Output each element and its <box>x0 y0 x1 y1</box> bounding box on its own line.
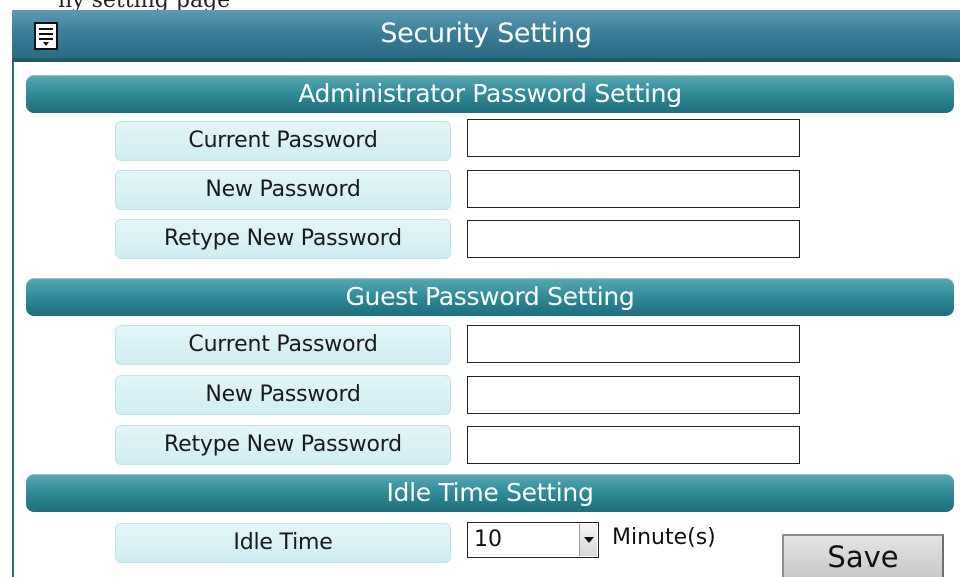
dropdown-button[interactable] <box>579 524 597 556</box>
admin-retype-password-label: Retype New Password <box>115 219 451 259</box>
idle-time-section-header: Idle Time Setting <box>26 474 954 512</box>
title-bar: Security Setting <box>12 10 960 62</box>
admin-password-section-header: Administrator Password Setting <box>26 75 954 113</box>
admin-current-password-input[interactable] <box>467 119 800 157</box>
admin-current-password-label: Current Password <box>115 121 451 161</box>
top-strip-text: ny setting page <box>58 0 230 10</box>
save-button[interactable]: Save <box>782 534 944 577</box>
idle-time-label: Idle Time <box>115 523 451 563</box>
admin-new-password-input[interactable] <box>467 170 800 208</box>
page-title: Security Setting <box>380 18 592 49</box>
chevron-down-icon <box>584 537 594 543</box>
admin-retype-password-input[interactable] <box>467 220 800 258</box>
idle-time-selected-value: 10 <box>474 527 502 552</box>
guest-new-password-label: New Password <box>115 375 451 415</box>
guest-password-section-header: Guest Password Setting <box>26 278 954 316</box>
idle-time-select[interactable]: 10 <box>467 522 599 558</box>
guest-retype-password-input[interactable] <box>467 426 800 464</box>
guest-retype-password-label: Retype New Password <box>115 425 451 465</box>
admin-new-password-label: New Password <box>115 170 451 210</box>
screenshot-frame: ny setting page Security Setting Adminis… <box>0 0 960 577</box>
guest-current-password-input[interactable] <box>467 325 800 363</box>
idle-time-unit-label: Minute(s) <box>612 525 716 550</box>
top-strip: ny setting page <box>0 0 960 10</box>
guest-current-password-label: Current Password <box>115 325 451 365</box>
guest-new-password-input[interactable] <box>467 376 800 414</box>
